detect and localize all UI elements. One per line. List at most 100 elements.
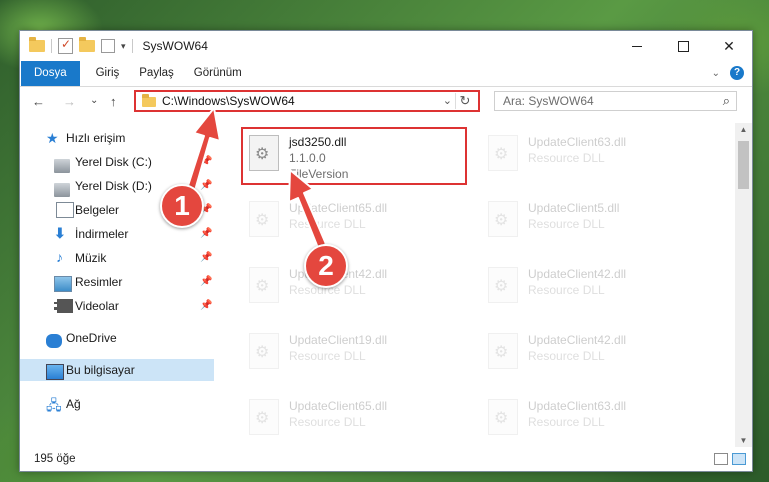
star-icon: ★ [46,130,59,146]
address-path: C:\Windows\SysWOW64 [162,94,295,108]
up-button[interactable]: ↑ [110,94,117,109]
window-title: SysWOW64 [142,39,208,53]
title-bar: ▾ SysWOW64 ✕ [20,31,752,61]
recent-locations-button[interactable]: ⌄ [90,95,98,106]
close-button[interactable]: ✕ [706,31,752,61]
file-item[interactable]: UpdateClient42.dll Resource DLL [480,259,708,309]
pin-icon[interactable]: 📌 [200,180,212,191]
details-view-icon[interactable] [714,453,728,465]
sidebar-item-music[interactable]: ♪ Müzik 📌 [20,247,214,269]
dll-file-icon [488,267,518,303]
tab-home[interactable]: Giriş [86,61,130,86]
file-name: UpdateClient42.dll [528,333,627,347]
dll-file-icon [488,399,518,435]
separator [51,39,52,53]
address-bar[interactable]: C:\Windows\SysWOW64 ⌄ ↻ [134,90,480,112]
new-folder-icon[interactable] [79,37,95,52]
file-description: FileVersion [289,167,349,181]
maximize-button[interactable] [660,31,706,61]
status-bar: 195 öğe [20,449,752,471]
dll-file-icon [249,267,279,303]
cloud-icon [46,334,62,348]
sidebar-item-label: Ağ [66,397,81,411]
file-description: Resource DLL [528,283,605,297]
tiles-view-icon[interactable] [732,453,746,465]
scroll-thumb[interactable] [738,141,749,189]
pin-icon[interactable]: 📌 [200,228,212,239]
navigation-pane: ★ Hızlı erişim Yerel Disk (C:) 📌 Yerel D… [20,123,214,443]
download-icon: ⬇ [54,225,66,241]
quick-access-toolbar: ▾ [20,37,133,54]
file-name: UpdateClient19.dll [289,333,388,347]
file-description: Resource DLL [528,349,605,363]
file-description: Resource DLL [528,217,605,231]
file-item[interactable]: UpdateClient19.dll Resource DLL [241,325,469,375]
scroll-up-icon[interactable]: ▲ [735,125,752,134]
chevron-down-icon[interactable]: ⌄ [443,94,452,107]
file-name: UpdateClient5.dll [528,201,620,215]
sidebar-item-quick-access[interactable]: ★ Hızlı erişim [20,127,214,149]
sidebar-item-videos[interactable]: Videolar 📌 [20,295,214,317]
sidebar-item-disk-c[interactable]: Yerel Disk (C:) 📌 [20,151,214,173]
minimize-button[interactable] [614,31,660,61]
sidebar-item-label: Bu bilgisayar [66,363,135,377]
sidebar-item-this-pc[interactable]: Bu bilgisayar [20,359,214,381]
folder-icon [29,37,45,52]
item-count: 195 öğe [34,453,76,465]
pin-icon[interactable]: 📌 [200,156,212,167]
folder-icon [142,94,156,107]
document-icon [56,202,74,218]
sidebar-item-label: Belgeler [75,203,120,217]
help-icon[interactable]: ? [730,66,744,80]
sidebar-item-onedrive[interactable]: OneDrive [20,327,214,349]
scroll-down-icon[interactable]: ▼ [735,436,752,445]
pin-icon[interactable]: 📌 [200,300,212,311]
search-placeholder: Ara: SysWOW64 [503,94,594,108]
file-description: Resource DLL [289,217,366,231]
tab-view[interactable]: Görünüm [184,61,252,86]
file-description: Resource DLL [289,415,366,429]
sidebar-item-label: Yerel Disk (D:) [75,179,152,193]
sidebar-item-label: Resimler [75,275,123,289]
sidebar-item-network[interactable]: 🖧 Ağ [20,393,214,415]
sidebar-item-pictures[interactable]: Resimler 📌 [20,271,214,293]
file-item[interactable]: UpdateClient65.dll Resource DLL [241,193,469,243]
file-item[interactable]: UpdateClient63.dll Resource DLL [480,391,708,441]
pin-icon[interactable]: 📌 [200,252,212,263]
search-input[interactable]: Ara: SysWOW64 ⌕ [494,91,737,111]
chevron-down-icon[interactable]: ▾ [121,41,126,52]
search-icon[interactable]: ⌕ [723,93,730,109]
file-description: Resource DLL [528,151,605,165]
back-button[interactable]: ← [32,94,45,109]
dll-file-icon [249,399,279,435]
separator [131,39,133,53]
dll-file-icon [249,201,279,237]
forward-button[interactable]: → [63,94,76,109]
file-item[interactable]: UpdateClient5.dll Resource DLL [480,193,708,243]
file-item-jsd3250[interactable]: jsd3250.dll 1.1.0.0 FileVersion [241,127,467,185]
network-icon: 🖧 [46,397,62,413]
file-item[interactable]: UpdateClient42.dll Resource DLL [241,259,469,309]
sidebar-item-label: OneDrive [66,331,117,345]
file-item[interactable]: UpdateClient65.dll Resource DLL [241,391,469,441]
disk-icon [54,159,70,173]
callout-step-one: 1 [160,184,204,228]
file-name: UpdateClient42.dll [528,267,627,281]
expand-ribbon-icon[interactable]: ⌄ [712,68,720,79]
rename-icon[interactable] [101,39,115,53]
properties-icon[interactable] [58,37,73,54]
refresh-button[interactable]: ↻ [455,93,474,109]
file-item[interactable]: UpdateClient42.dll Resource DLL [480,325,708,375]
dll-file-icon [249,333,279,369]
file-item[interactable]: UpdateClient63.dll Resource DLL [480,127,708,177]
file-name: UpdateClient65.dll [289,399,388,413]
tab-share[interactable]: Paylaş [129,61,184,86]
vertical-scrollbar[interactable]: ▲ ▼ [735,123,752,447]
pin-icon[interactable]: 📌 [200,276,212,287]
file-version: 1.1.0.0 [289,151,326,165]
file-description: Resource DLL [528,415,605,429]
sidebar-item-label: Hızlı erişim [66,131,126,145]
file-name: UpdateClient65.dll [289,201,388,215]
tab-file[interactable]: Dosya [21,61,80,86]
file-name: jsd3250.dll [289,135,347,149]
